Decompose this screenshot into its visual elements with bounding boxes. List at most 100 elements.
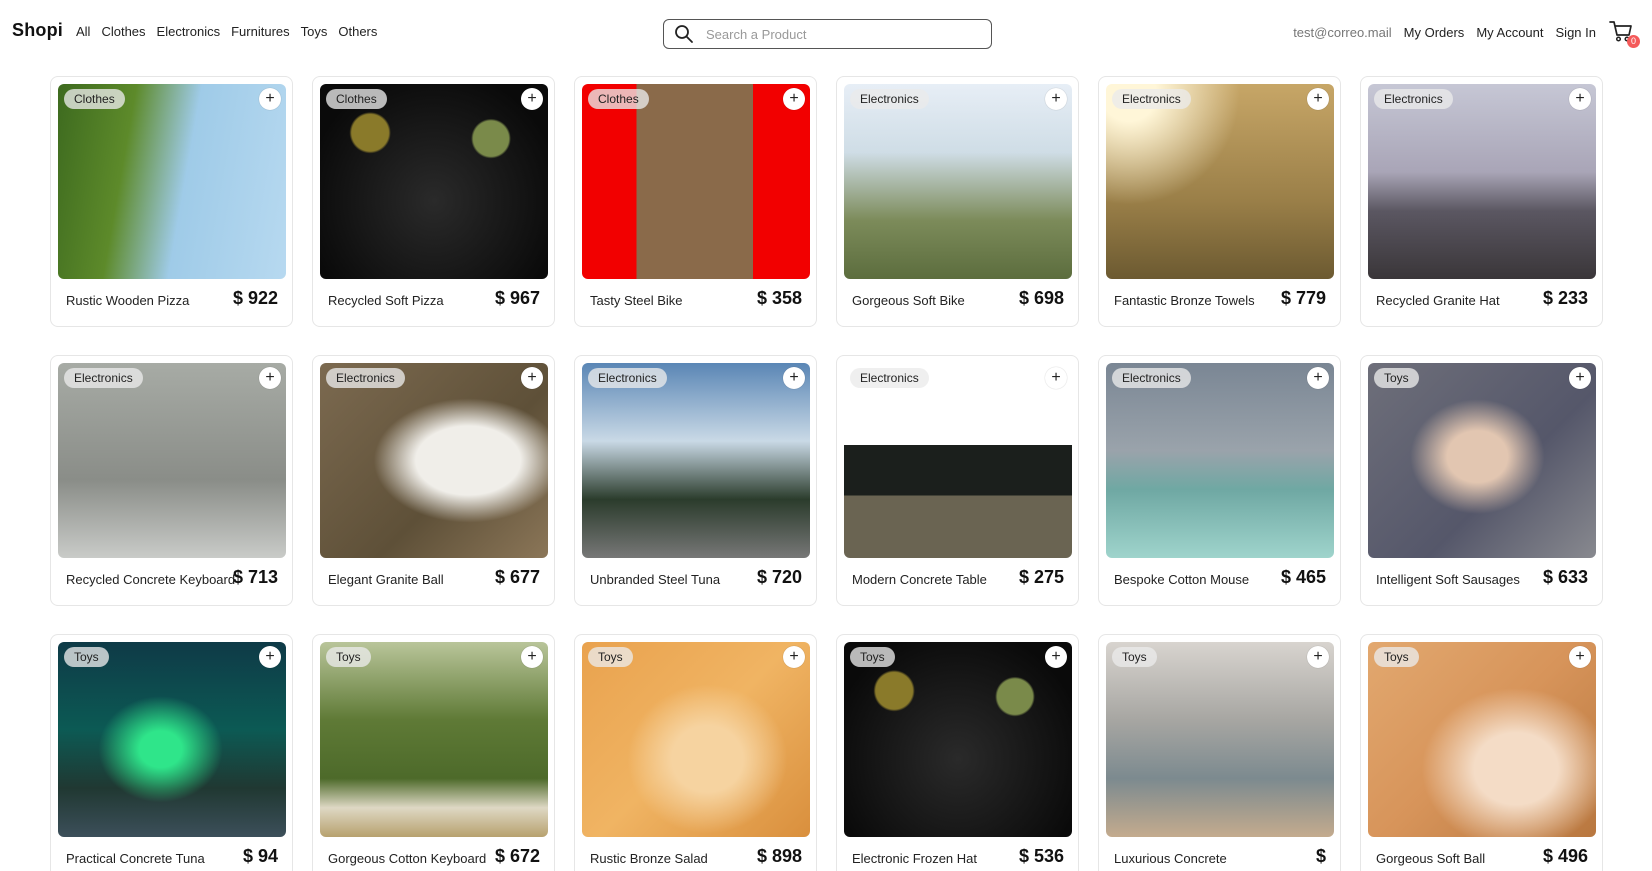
add-to-cart-plus-icon[interactable]: + xyxy=(783,88,805,110)
product-price: $ 496 xyxy=(1542,846,1588,866)
add-to-cart-plus-icon[interactable]: + xyxy=(1569,88,1591,110)
category-badge: Electronics xyxy=(1374,89,1453,109)
category-badge: Toys xyxy=(326,647,371,667)
product-image xyxy=(844,642,1072,837)
product-name: Rustic Bronze Salad xyxy=(590,851,708,866)
add-to-cart-plus-icon[interactable]: + xyxy=(1045,367,1067,389)
product-card[interactable]: Toys + Gorgeous Cotton Keyboard $ 672 xyxy=(312,634,555,871)
product-card[interactable]: Toys + Practical Concrete Tuna $ 94 xyxy=(50,634,293,871)
category-badge: Electronics xyxy=(850,89,929,109)
search-icon xyxy=(674,24,694,44)
product-image xyxy=(320,642,548,837)
sign-in-link[interactable]: Sign In xyxy=(1556,25,1596,40)
product-card[interactable]: Electronics + Recycled Concrete Keyboard… xyxy=(50,355,293,606)
add-to-cart-plus-icon[interactable]: + xyxy=(1307,646,1329,668)
product-card[interactable]: Electronics + Recycled Granite Hat $ 233 xyxy=(1360,76,1603,327)
category-badge: Electronics xyxy=(850,368,929,388)
product-name: Tasty Steel Bike xyxy=(590,293,683,308)
add-to-cart-plus-icon[interactable]: + xyxy=(521,367,543,389)
product-image xyxy=(844,84,1072,279)
brand-logo[interactable]: Shopi xyxy=(12,20,63,41)
product-price: $ 94 xyxy=(242,846,278,866)
category-link-clothes[interactable]: Clothes xyxy=(101,24,145,39)
navbar: Shopi All Clothes Electronics Furnitures… xyxy=(0,0,1652,66)
product-card[interactable]: Electronics + Gorgeous Soft Bike $ 698 xyxy=(836,76,1079,327)
product-image xyxy=(1368,642,1596,837)
search-bar xyxy=(663,19,992,49)
product-image xyxy=(582,84,810,279)
product-name: Gorgeous Soft Bike xyxy=(852,293,965,308)
product-card[interactable]: Clothes + Tasty Steel Bike $ 358 xyxy=(574,76,817,327)
cart-button[interactable]: 0 xyxy=(1608,18,1640,48)
nav-right: test@correo.mail My Orders My Account Si… xyxy=(1293,18,1640,48)
product-price: $ 536 xyxy=(1018,846,1064,866)
category-badge: Toys xyxy=(1374,647,1419,667)
product-name: Practical Concrete Tuna xyxy=(66,851,205,866)
add-to-cart-plus-icon[interactable]: + xyxy=(259,367,281,389)
product-price: $ 233 xyxy=(1542,288,1588,308)
my-account-link[interactable]: My Account xyxy=(1476,25,1543,40)
my-orders-link[interactable]: My Orders xyxy=(1404,25,1465,40)
product-image xyxy=(320,84,548,279)
add-to-cart-plus-icon[interactable]: + xyxy=(1045,646,1067,668)
product-grid: Clothes + Rustic Wooden Pizza $ 922 Clot… xyxy=(50,76,1603,871)
product-card[interactable]: Toys + Electronic Frozen Hat $ 536 xyxy=(836,634,1079,871)
product-price: $ xyxy=(1315,846,1326,866)
product-card[interactable]: Electronics + Unbranded Steel Tuna $ 720 xyxy=(574,355,817,606)
product-name: Rustic Wooden Pizza xyxy=(66,293,190,308)
category-badge: Toys xyxy=(64,647,109,667)
category-link-furnitures[interactable]: Furnitures xyxy=(231,24,290,39)
nav-left: Shopi All Clothes Electronics Furnitures… xyxy=(12,20,377,41)
add-to-cart-plus-icon[interactable]: + xyxy=(783,367,805,389)
product-name: Luxurious Concrete xyxy=(1114,851,1227,866)
product-image xyxy=(58,84,286,279)
category-link-electronics[interactable]: Electronics xyxy=(157,24,221,39)
add-to-cart-plus-icon[interactable]: + xyxy=(1569,646,1591,668)
category-badge: Electronics xyxy=(1112,89,1191,109)
product-card[interactable]: Clothes + Recycled Soft Pizza $ 967 xyxy=(312,76,555,327)
search-input[interactable] xyxy=(706,26,966,42)
category-link-all[interactable]: All xyxy=(76,24,90,39)
product-image xyxy=(58,363,286,558)
product-price: $ 358 xyxy=(756,288,802,308)
product-price: $ 465 xyxy=(1280,567,1326,587)
category-badge: Toys xyxy=(850,647,895,667)
product-price: $ 698 xyxy=(1018,288,1064,308)
product-card[interactable]: Electronics + Bespoke Cotton Mouse $ 465 xyxy=(1098,355,1341,606)
category-link-toys[interactable]: Toys xyxy=(301,24,328,39)
product-name: Recycled Granite Hat xyxy=(1376,293,1500,308)
product-price: $ 677 xyxy=(494,567,540,587)
add-to-cart-plus-icon[interactable]: + xyxy=(1569,367,1591,389)
product-name: Intelligent Soft Sausages xyxy=(1376,572,1520,587)
add-to-cart-plus-icon[interactable]: + xyxy=(521,646,543,668)
product-card[interactable]: Toys + Gorgeous Soft Ball $ 496 xyxy=(1360,634,1603,871)
product-image xyxy=(844,363,1072,558)
product-image xyxy=(1368,84,1596,279)
add-to-cart-plus-icon[interactable]: + xyxy=(1307,367,1329,389)
product-card[interactable]: Clothes + Rustic Wooden Pizza $ 922 xyxy=(50,76,293,327)
add-to-cart-plus-icon[interactable]: + xyxy=(1307,88,1329,110)
product-image xyxy=(582,363,810,558)
product-card[interactable]: Toys + Rustic Bronze Salad $ 898 xyxy=(574,634,817,871)
product-card[interactable]: Toys + Luxurious Concrete $ xyxy=(1098,634,1341,871)
cart-count-badge: 0 xyxy=(1627,35,1640,48)
product-card[interactable]: Electronics + Elegant Granite Ball $ 677 xyxy=(312,355,555,606)
add-to-cart-plus-icon[interactable]: + xyxy=(1045,88,1067,110)
product-card[interactable]: Electronics + Fantastic Bronze Towels $ … xyxy=(1098,76,1341,327)
product-image xyxy=(1106,363,1334,558)
product-price: $ 967 xyxy=(494,288,540,308)
category-badge: Electronics xyxy=(588,368,667,388)
add-to-cart-plus-icon[interactable]: + xyxy=(783,646,805,668)
add-to-cart-plus-icon[interactable]: + xyxy=(521,88,543,110)
add-to-cart-plus-icon[interactable]: + xyxy=(259,646,281,668)
category-badge: Electronics xyxy=(1112,368,1191,388)
product-image xyxy=(320,363,548,558)
product-card[interactable]: Electronics + Modern Concrete Table $ 27… xyxy=(836,355,1079,606)
category-badge: Toys xyxy=(1374,368,1419,388)
product-image xyxy=(1106,84,1334,279)
add-to-cart-plus-icon[interactable]: + xyxy=(259,88,281,110)
product-card[interactable]: Toys + Intelligent Soft Sausages $ 633 xyxy=(1360,355,1603,606)
category-link-others[interactable]: Others xyxy=(338,24,377,39)
product-image xyxy=(1368,363,1596,558)
product-name: Recycled Soft Pizza xyxy=(328,293,444,308)
